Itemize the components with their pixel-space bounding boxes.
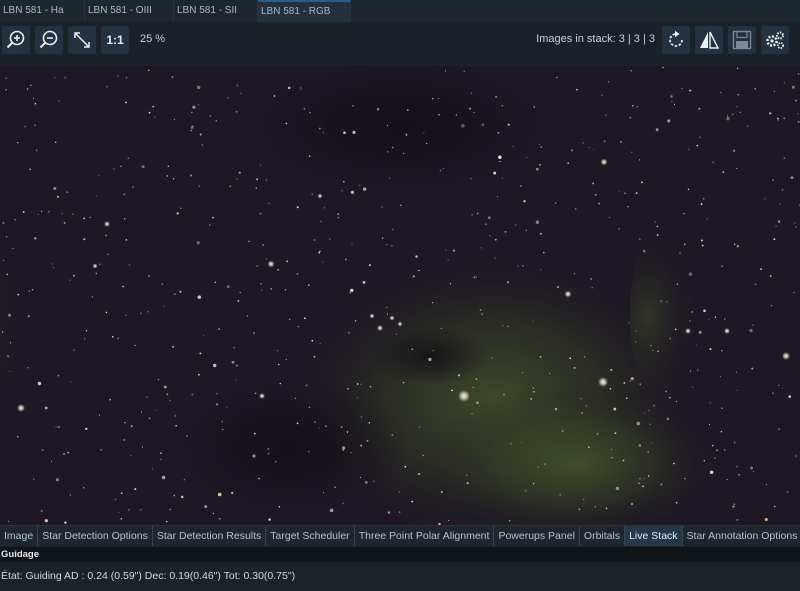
image-toolbar: 1:1 25 % Images in stack: 3 | 3 | 3	[0, 22, 800, 62]
save-button[interactable]	[728, 26, 756, 54]
zoom-out-icon	[39, 30, 58, 49]
tab-lbn581-rgb[interactable]: LBN 581 - RGB	[258, 0, 351, 22]
tab-lbn581-sii[interactable]: LBN 581 - SII	[174, 0, 258, 22]
tab-lbn581-ha[interactable]: LBN 581 - Ha	[0, 0, 85, 22]
one-to-one-button[interactable]: 1:1	[101, 26, 129, 54]
tab-star-annotation-options[interactable]: Star Annotation Options	[683, 526, 800, 546]
image-viewport[interactable]	[0, 66, 800, 525]
tab-powerups-panel[interactable]: Powerups Panel	[494, 526, 580, 546]
tab-live-stack[interactable]: Live Stack	[625, 526, 683, 546]
tab-star-detection-options[interactable]: Star Detection Options	[38, 526, 153, 546]
zoom-level-label: 25 %	[140, 33, 166, 45]
tab-orbitals[interactable]: Orbitals	[580, 526, 626, 546]
fit-to-screen-icon	[74, 32, 90, 48]
settings-button[interactable]	[761, 26, 789, 54]
nebula-image	[0, 66, 800, 525]
tab-three-point-polar-alignment[interactable]: Three Point Polar Alignment	[355, 526, 495, 546]
tab-lbn581-oiii[interactable]: LBN 581 - OIII	[85, 0, 174, 22]
reset-stack-button[interactable]	[662, 26, 690, 54]
tab-image[interactable]: Image	[0, 526, 39, 546]
flip-button[interactable]	[695, 26, 723, 54]
document-tab-bar: LBN 581 - Ha LBN 581 - OIII LBN 581 - SI…	[0, 0, 800, 22]
settings-icon	[766, 31, 784, 49]
panel-tab-bar: Image Star Detection Options Star Detect…	[0, 525, 800, 546]
flip-icon	[700, 31, 720, 49]
stack-count-label: Images in stack: 3 | 3 | 3	[536, 33, 655, 45]
guidage-title: Guidage	[0, 547, 800, 562]
save-icon	[732, 30, 752, 50]
zoom-out-button[interactable]	[35, 26, 63, 54]
zoom-in-icon	[6, 30, 25, 49]
guiding-status: État: Guiding AD : 0.24 (0.59") Dec: 0.1…	[0, 562, 800, 591]
tab-target-scheduler[interactable]: Target Scheduler	[266, 526, 355, 546]
reset-stack-icon	[669, 30, 683, 47]
zoom-in-button[interactable]	[2, 26, 30, 54]
fit-to-screen-button[interactable]	[68, 26, 96, 54]
tab-star-detection-results[interactable]: Star Detection Results	[153, 526, 267, 546]
